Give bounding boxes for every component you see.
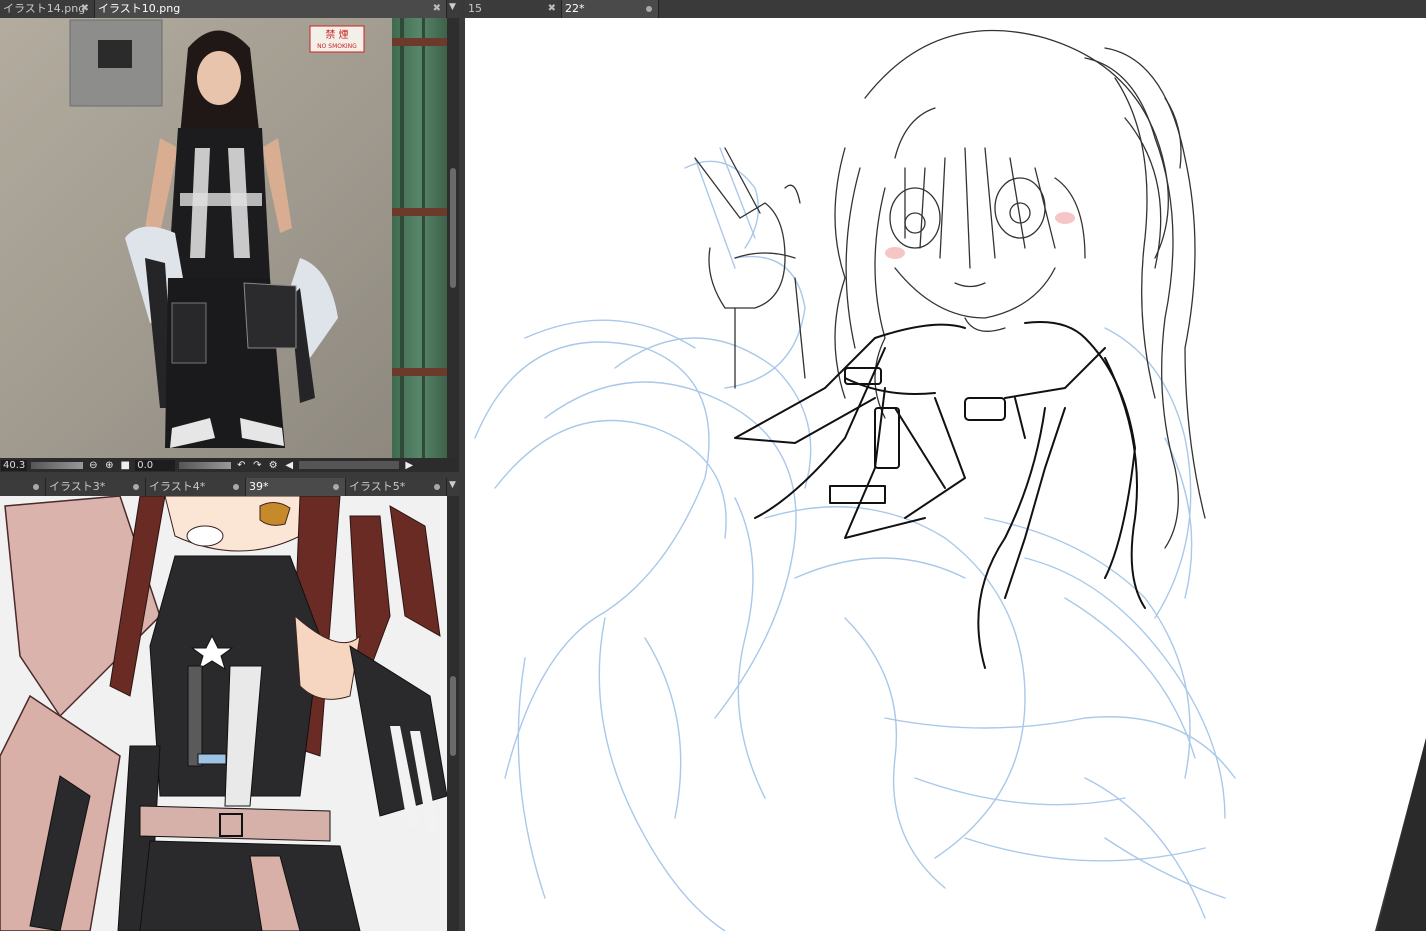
modified-dot-icon bbox=[233, 484, 239, 490]
chevron-down-icon: ▼ bbox=[449, 2, 456, 12]
chevron-down-icon: ▼ bbox=[449, 480, 456, 490]
tab-15[interactable]: 15 ✖ bbox=[465, 0, 562, 18]
top-left-tab-dropdown[interactable]: ▼ bbox=[447, 0, 459, 18]
reference-photo-view[interactable]: 禁 煙 NO SMOKING bbox=[0, 18, 447, 458]
right-tabbar: 15 ✖ 22* bbox=[465, 0, 1426, 18]
tab-label: イラスト4* bbox=[149, 480, 206, 493]
fit-view-icon[interactable]: ■ bbox=[119, 459, 131, 471]
bottom-left-vertical-scrollbar[interactable] bbox=[447, 496, 459, 931]
zoom-value[interactable]: 40.3 bbox=[1, 459, 28, 471]
sketch-canvas[interactable] bbox=[465, 18, 1426, 931]
modified-dot-icon bbox=[333, 484, 339, 490]
tab-label: 15 bbox=[468, 2, 482, 15]
scroll-thumb[interactable] bbox=[450, 168, 456, 288]
horizontal-scrollbar[interactable] bbox=[299, 461, 400, 469]
tab-label: イラスト14.png bbox=[3, 2, 86, 15]
close-icon[interactable]: ✖ bbox=[548, 0, 556, 18]
zoom-slider[interactable] bbox=[31, 461, 84, 469]
tab-22[interactable]: 22* bbox=[562, 0, 659, 18]
rotation-value[interactable]: 0.0 bbox=[135, 459, 176, 471]
sign-english: NO SMOKING bbox=[317, 43, 357, 50]
sign-kanji: 禁 煙 bbox=[325, 29, 348, 41]
zoom-in-icon[interactable]: ⊕ bbox=[103, 459, 115, 471]
tab-unnamed[interactable] bbox=[0, 478, 46, 496]
close-icon[interactable]: ✖ bbox=[433, 0, 441, 18]
reset-rotation-icon[interactable]: ⚙ bbox=[267, 459, 279, 471]
modified-dot-icon bbox=[646, 6, 652, 12]
tab-illust10[interactable]: イラスト10.png ✖ bbox=[95, 0, 447, 18]
anime-illustration bbox=[0, 496, 447, 931]
sketch-canvas-viewport[interactable] bbox=[465, 18, 1426, 931]
top-left-vertical-scrollbar[interactable] bbox=[447, 18, 459, 458]
tab-illust14[interactable]: イラスト14.png ✖ bbox=[0, 0, 95, 18]
bottom-left-tabbar: イラスト3* イラスト4* 39* イラスト5* bbox=[0, 478, 447, 496]
tab-illust4[interactable]: イラスト4* bbox=[146, 478, 246, 496]
tab-label: イラスト3* bbox=[49, 480, 106, 493]
scroll-thumb[interactable] bbox=[450, 676, 456, 756]
zoom-out-icon[interactable]: ⊖ bbox=[87, 459, 99, 471]
illustration-view[interactable] bbox=[0, 496, 447, 931]
scroll-left-icon[interactable]: ◀ bbox=[283, 459, 295, 471]
tab-label: イラスト10.png bbox=[98, 2, 181, 15]
top-left-tabbar: イラスト14.png ✖ イラスト10.png ✖ bbox=[0, 0, 447, 18]
modified-dot-icon bbox=[434, 484, 440, 490]
modified-dot-icon bbox=[33, 484, 39, 490]
tab-39[interactable]: 39* bbox=[246, 478, 346, 496]
tab-label: 22* bbox=[565, 2, 585, 15]
modified-dot-icon bbox=[133, 484, 139, 490]
tab-illust5[interactable]: イラスト5* bbox=[346, 478, 447, 496]
reference-photo: 禁 煙 NO SMOKING bbox=[0, 18, 447, 458]
bottom-left-tab-dropdown[interactable]: ▼ bbox=[447, 478, 459, 496]
navigator-status-bar: 40.3 ⊖ ⊕ ■ 0.0 ↶ ↷ ⚙ ◀ ▶ bbox=[0, 458, 459, 472]
rotate-left-icon[interactable]: ↶ bbox=[235, 459, 247, 471]
tab-label: 39* bbox=[249, 480, 269, 493]
tab-label: イラスト5* bbox=[349, 480, 406, 493]
rotate-right-icon[interactable]: ↷ bbox=[251, 459, 263, 471]
rotation-slider[interactable] bbox=[179, 461, 232, 469]
scroll-right-icon[interactable]: ▶ bbox=[403, 459, 415, 471]
close-icon[interactable]: ✖ bbox=[81, 0, 89, 18]
tab-illust3[interactable]: イラスト3* bbox=[46, 478, 146, 496]
